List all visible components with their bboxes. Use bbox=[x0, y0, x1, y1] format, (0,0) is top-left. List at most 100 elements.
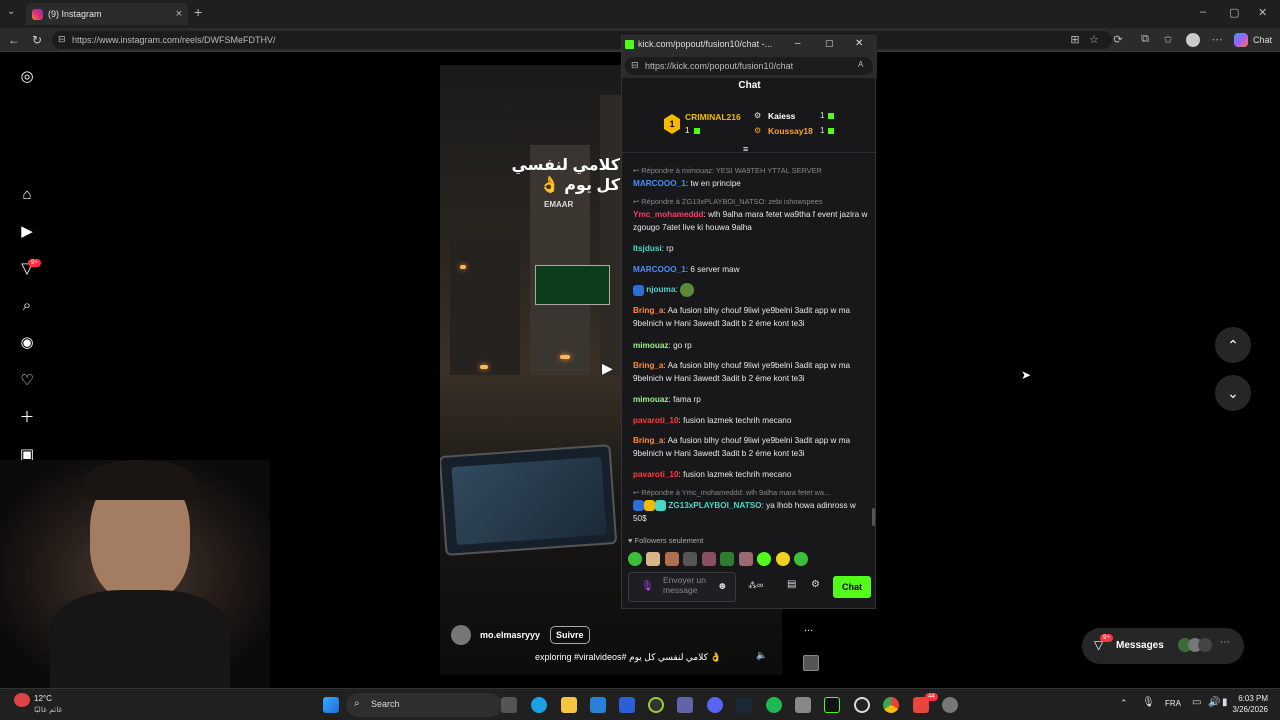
emoji-icon[interactable]: ☻ bbox=[717, 581, 728, 592]
popup-minimize-icon[interactable]: – bbox=[795, 38, 801, 49]
volume-tray-icon[interactable]: 🔊 bbox=[1208, 697, 1220, 708]
task-view-icon[interactable] bbox=[501, 697, 517, 713]
emote-icon[interactable] bbox=[720, 551, 735, 566]
taskbar-search[interactable]: ⌕ Search bbox=[346, 693, 502, 717]
weather-temp[interactable]: 12°C bbox=[34, 694, 52, 703]
send-chat-button[interactable]: Chat bbox=[833, 576, 871, 598]
xbox-icon[interactable] bbox=[648, 697, 664, 713]
profile-avatar[interactable] bbox=[1186, 33, 1200, 47]
explore-icon[interactable]: ◉ bbox=[18, 334, 36, 352]
discord-icon[interactable] bbox=[707, 697, 723, 713]
popup-maximize-icon[interactable]: ▢ bbox=[825, 38, 834, 49]
chat-username[interactable]: Bring_a bbox=[633, 361, 663, 370]
read-aloud-icon[interactable]: A bbox=[858, 60, 863, 69]
chat-username[interactable]: MARCOOO_1 bbox=[633, 265, 686, 274]
message-input[interactable]: 🎙 Envoyer un message ☻ bbox=[628, 572, 736, 602]
steam-icon[interactable] bbox=[736, 697, 752, 713]
author-avatar[interactable] bbox=[451, 625, 471, 645]
settings-icon[interactable]: ⚙ bbox=[811, 579, 820, 590]
teams-icon[interactable] bbox=[677, 697, 693, 713]
home-icon[interactable]: ⌂ bbox=[18, 186, 36, 204]
emote-icon[interactable] bbox=[794, 551, 809, 566]
clock-date[interactable]: 3/26/2026 bbox=[1222, 705, 1268, 714]
chat-scrollbar[interactable] bbox=[872, 508, 875, 526]
create-icon[interactable]: ＋ bbox=[18, 409, 36, 427]
play-icon[interactable]: ▶ bbox=[602, 360, 613, 377]
next-reel-button[interactable]: ⌄ bbox=[1215, 375, 1251, 411]
previous-reel-button[interactable]: ⌃ bbox=[1215, 327, 1251, 363]
emote-icon[interactable] bbox=[664, 551, 679, 566]
emote-icon[interactable] bbox=[646, 551, 661, 566]
back-icon[interactable]: ← bbox=[8, 33, 20, 47]
new-tab-icon[interactable]: + bbox=[194, 4, 202, 20]
emote-icon[interactable] bbox=[701, 551, 716, 566]
leader-1-name[interactable]: CRIMINAL216 bbox=[685, 112, 741, 122]
chrome-icon[interactable] bbox=[883, 697, 899, 713]
kicks-icon[interactable]: ⁂∞ bbox=[748, 580, 763, 591]
search-icon[interactable]: ⌕ bbox=[18, 297, 36, 315]
copilot-icon[interactable] bbox=[1234, 33, 1248, 47]
chat-username[interactable]: njouma bbox=[646, 285, 675, 294]
weather-icon[interactable] bbox=[14, 693, 30, 707]
tab-instagram[interactable]: (9) Instagram × bbox=[26, 3, 188, 25]
audio-thumbnail[interactable] bbox=[803, 655, 819, 671]
network-icon[interactable]: ▭ bbox=[1192, 697, 1201, 708]
spotify-icon[interactable] bbox=[766, 697, 782, 713]
start-icon[interactable] bbox=[323, 697, 339, 713]
favorite-icon[interactable]: ☆ bbox=[1087, 33, 1101, 47]
split-screen-icon[interactable]: ⧉ bbox=[1138, 33, 1152, 47]
heart-icon[interactable]: ♡ bbox=[18, 372, 36, 390]
store-icon[interactable]: ▤ bbox=[787, 579, 796, 590]
clock-time[interactable]: 6:03 PM bbox=[1228, 694, 1268, 703]
leader-3-name[interactable]: Koussay18 bbox=[768, 126, 813, 136]
obs-icon[interactable] bbox=[854, 697, 870, 713]
address-bar[interactable]: ⊟ https://www.instagram.com/reels/DWFSMe… bbox=[52, 31, 1112, 49]
mic-tray-icon[interactable]: 🎙 bbox=[1142, 697, 1155, 708]
volume-icon[interactable]: 🔈 bbox=[756, 650, 767, 661]
reload-icon[interactable]: ↻ bbox=[32, 33, 42, 47]
emote-icon[interactable] bbox=[757, 551, 772, 566]
popup-site-info-icon[interactable]: ⊟ bbox=[631, 60, 639, 71]
chat-username[interactable]: Bring_a bbox=[633, 306, 663, 315]
leader-2-name[interactable]: Kaiess bbox=[768, 111, 795, 121]
chat-username[interactable]: mimouaz bbox=[633, 341, 669, 350]
chat-username[interactable]: ZG13xPLAYBOI_NATSO bbox=[668, 501, 761, 510]
extensions-icon[interactable]: ⟳ bbox=[1111, 33, 1125, 47]
popup-url-field[interactable]: ⊟ https://kick.com/popout/fusion10/chat … bbox=[625, 57, 873, 75]
store-app-icon[interactable] bbox=[619, 697, 635, 713]
snipping-tool-icon[interactable] bbox=[795, 697, 811, 713]
emote-icon[interactable] bbox=[683, 551, 698, 566]
emote-icon[interactable] bbox=[738, 551, 753, 566]
chat-username[interactable]: Itsjdusi bbox=[633, 244, 662, 253]
chat-username[interactable]: Bring_a bbox=[633, 436, 663, 445]
minimize-icon[interactable]: – bbox=[1200, 6, 1206, 18]
chat-username[interactable]: pavaroti_10 bbox=[633, 416, 679, 425]
settings-app-icon[interactable] bbox=[942, 697, 958, 713]
messages-button[interactable]: ▽ 9+ Messages ⋯ bbox=[1082, 628, 1244, 664]
follow-button[interactable]: Suivre bbox=[550, 626, 590, 644]
site-info-icon[interactable]: ⊟ bbox=[58, 34, 66, 45]
emote-icon[interactable] bbox=[775, 551, 790, 566]
popup-close-icon[interactable]: ✕ bbox=[855, 38, 863, 49]
more-menu-icon[interactable]: ⋯ bbox=[1210, 33, 1224, 47]
chat-username[interactable]: MARCOOO_1 bbox=[633, 179, 686, 188]
emote-icon[interactable] bbox=[628, 551, 642, 566]
close-tab-icon[interactable]: × bbox=[176, 8, 182, 20]
language-indicator[interactable]: FRA bbox=[1165, 699, 1181, 708]
tray-overflow-icon[interactable]: ⌃ bbox=[1120, 698, 1128, 709]
reels-icon[interactable]: ▶ bbox=[18, 223, 36, 241]
tab-list-icon[interactable]: ⌄ bbox=[7, 6, 15, 17]
mic-icon[interactable]: 🎙 bbox=[641, 581, 654, 592]
chat-username[interactable]: mimouaz bbox=[633, 395, 669, 404]
kick-app-icon[interactable] bbox=[824, 697, 840, 713]
more-options-icon[interactable]: ... bbox=[804, 622, 813, 634]
maximize-icon[interactable]: ▢ bbox=[1229, 6, 1239, 19]
apps-icon[interactable]: ⊞ bbox=[1068, 33, 1082, 47]
favorites-bar-icon[interactable]: ✩ bbox=[1161, 33, 1175, 47]
author-name[interactable]: mo.elmasryyy bbox=[480, 630, 540, 640]
mail-icon[interactable] bbox=[590, 697, 606, 713]
close-window-icon[interactable]: ✕ bbox=[1258, 6, 1267, 19]
chat-username[interactable]: pavaroti_10 bbox=[633, 470, 679, 479]
file-explorer-icon[interactable] bbox=[561, 697, 577, 713]
edge-icon[interactable] bbox=[531, 697, 547, 713]
